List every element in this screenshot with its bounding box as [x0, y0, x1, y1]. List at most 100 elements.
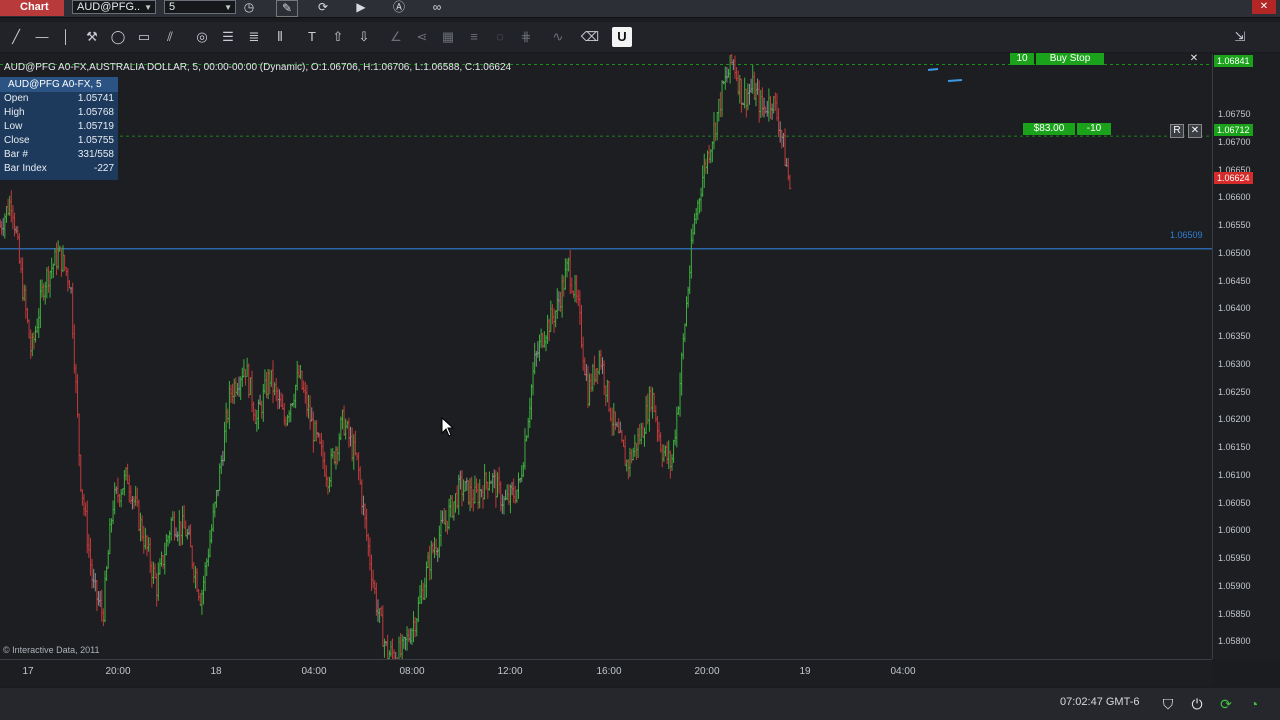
price-bar — [457, 474, 461, 515]
price-bar — [38, 279, 42, 329]
price-bar — [547, 318, 551, 342]
lines-tool-icon[interactable]: ☰ — [218, 27, 238, 47]
bars-tool-icon[interactable]: ⦀ — [270, 27, 290, 47]
chart-tab-label: Chart — [20, 1, 49, 13]
price-bar — [730, 54, 734, 65]
eraser-tool-icon[interactable]: ⌫ — [580, 27, 600, 47]
price-bar — [247, 363, 251, 399]
price-bar — [66, 268, 70, 292]
price-bar — [53, 248, 57, 266]
price-bar — [116, 477, 120, 503]
play-icon[interactable]: ▶ — [352, 0, 370, 15]
price-bar — [610, 407, 614, 436]
regression-tool-icon[interactable]: ≡ — [464, 27, 484, 47]
power-icon[interactable]: ⏻ — [1188, 695, 1206, 713]
buy-stop-quantity[interactable]: 10 — [1010, 53, 1034, 65]
sync-icon[interactable]: ⟳ — [1217, 695, 1235, 713]
price-bar — [429, 540, 433, 580]
price-bar — [391, 638, 395, 659]
price-bar — [122, 469, 126, 496]
arrow-down-tool-icon[interactable]: ⇩ — [354, 27, 374, 47]
buy-stop-price-tag: 1.06841 — [1214, 55, 1253, 67]
vertical-line-tool-icon[interactable]: │ — [56, 27, 76, 47]
price-bar — [114, 486, 118, 494]
reverse-position-button[interactable]: R — [1170, 124, 1184, 138]
price-bar — [420, 580, 424, 604]
price-bar — [702, 153, 706, 189]
levels-tool-icon[interactable]: ≣ — [244, 27, 264, 47]
pencil-icon[interactable]: ✎ — [276, 0, 298, 17]
price-axis-label: 1.06200 — [1218, 414, 1251, 425]
pin-icon[interactable]: ⇲ — [1230, 27, 1250, 47]
wave-tool-icon[interactable]: ∿ — [548, 27, 568, 47]
channel-tool-icon[interactable]: ⫽ — [160, 27, 180, 47]
text-tool-icon[interactable]: T — [302, 27, 322, 47]
price-bar — [607, 381, 611, 413]
price-bar — [550, 304, 554, 325]
price-bar — [466, 480, 470, 505]
refresh-icon[interactable]: ⟳ — [314, 0, 332, 15]
drawing-mark[interactable] — [947, 79, 963, 82]
price-bar — [281, 394, 285, 410]
price-bar — [189, 524, 193, 548]
horizontal-line-tool-icon[interactable]: — — [32, 27, 52, 47]
line-tool-icon[interactable]: ╱ — [6, 27, 26, 47]
status-clock: 07:02:47 GMT-6 — [1060, 696, 1140, 708]
price-bar — [554, 310, 558, 328]
buy-stop-order-label[interactable]: Buy Stop — [1036, 53, 1104, 65]
drawing-mark[interactable] — [927, 68, 939, 71]
price-axis[interactable]: 1.06750 1.06700 1.06650 1.06600 1.06550 1.065… — [1212, 54, 1280, 659]
price-bar — [683, 323, 687, 343]
angle-tool-icon[interactable]: ∠ — [386, 27, 406, 47]
link-icon[interactable]: ∞ — [428, 0, 446, 15]
price-bar — [46, 266, 50, 293]
interval-select[interactable]: 5 ▼ — [164, 0, 236, 14]
alert-icon[interactable]: Ⓐ — [390, 0, 408, 15]
cancel-order-close-icon[interactable]: ✕ — [1188, 53, 1200, 65]
fan-tool-icon[interactable]: ⋖ — [412, 27, 432, 47]
close-position-icon[interactable]: ✕ — [1188, 124, 1202, 138]
price-bar — [655, 415, 659, 442]
price-bar — [92, 568, 96, 588]
target-tool-icon[interactable]: ◎ — [192, 27, 212, 47]
instrument-select[interactable]: AUD@PFG.. ▼ — [72, 0, 156, 14]
price-bar — [137, 499, 141, 532]
price-chart-svg[interactable] — [0, 54, 1212, 659]
price-bar — [714, 122, 718, 142]
price-bar — [142, 525, 146, 554]
price-bar — [14, 226, 18, 234]
price-bar — [783, 128, 787, 167]
cycle-tool-icon[interactable]: ◌ — [490, 27, 510, 47]
close-window-button[interactable]: ✕ — [1252, 0, 1276, 14]
grid-tool-icon[interactable]: ▦ — [438, 27, 458, 47]
price-bar — [56, 240, 60, 270]
price-bar — [479, 489, 483, 498]
clock-icon[interactable]: ◷ — [240, 0, 258, 15]
price-bar — [596, 368, 600, 385]
price-bar — [613, 411, 617, 431]
magnet-tool-icon[interactable]: U — [612, 27, 632, 47]
price-bar — [743, 77, 747, 109]
hash-tool-icon[interactable]: ⋕ — [516, 27, 536, 47]
connection-icon[interactable]: ⛉ — [1159, 695, 1177, 713]
price-bar — [261, 383, 265, 422]
price-bar — [623, 435, 627, 466]
price-bar — [93, 573, 97, 592]
price-bar — [88, 537, 92, 576]
status-ok-icon[interactable]: ◔ — [1245, 695, 1263, 713]
time-axis[interactable]: 17 20:00 18 04:00 08:00 12:00 16:00 20:0… — [0, 659, 1212, 686]
rectangle-tool-icon[interactable]: ▭ — [134, 27, 154, 47]
chart-tab[interactable]: Chart — [0, 0, 64, 16]
price-bar — [601, 357, 605, 375]
arrow-up-tool-icon[interactable]: ⇧ — [328, 27, 348, 47]
fibonacci-tool-icon[interactable]: ⚒ — [82, 27, 102, 47]
position-quantity[interactable]: -10 — [1077, 123, 1111, 135]
position-pnl[interactable]: $83.00 — [1023, 123, 1075, 135]
price-bar — [198, 592, 202, 607]
price-chart[interactable] — [0, 54, 1212, 659]
price-bar — [1, 217, 5, 237]
ellipse-tool-icon[interactable]: ◯ — [108, 27, 128, 47]
price-bar — [295, 360, 299, 391]
last-price-tag: 1.06624 — [1214, 172, 1253, 184]
price-bar — [450, 495, 454, 519]
